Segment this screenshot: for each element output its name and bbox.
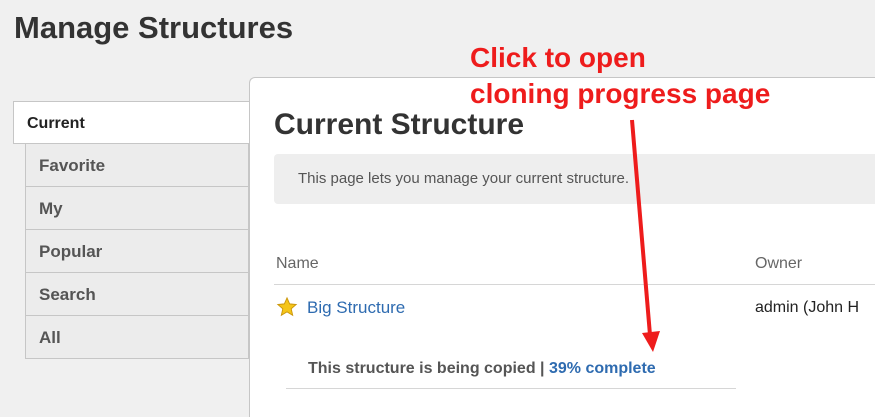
column-header-name[interactable]: Name [276,255,319,273]
structure-name-link[interactable]: Big Structure [307,298,405,318]
section-title: Current Structure [274,108,525,141]
main-panel: Current Structure This page lets you man… [249,77,875,417]
favorite-star-icon[interactable] [276,296,298,318]
annotation-callout: Click to open cloning progress page [470,40,850,112]
header-divider [274,284,875,285]
sidebar-item-popular[interactable]: Popular [25,230,249,273]
sidebar-item-current[interactable]: Current [13,101,249,144]
structures-sidebar: Current Favorite My Popular Search All [13,101,249,359]
annotation-line-2: cloning progress page [470,78,771,109]
sidebar-item-all[interactable]: All [25,316,249,359]
sidebar-item-search[interactable]: Search [25,273,249,316]
copy-progress-status: This structure is being copied | 39% com… [308,360,656,378]
info-text: This page lets you manage your current s… [298,170,629,187]
sidebar-item-favorite[interactable]: Favorite [25,144,249,187]
progress-text: This structure is being copied | [308,360,549,377]
row-divider [286,388,736,389]
column-header-owner[interactable]: Owner [755,255,802,273]
structure-owner: admin (John H [755,299,860,316]
sidebar-item-my[interactable]: My [25,187,249,230]
info-box: This page lets you manage your current s… [274,154,875,204]
progress-link[interactable]: 39% complete [549,360,656,377]
annotation-line-1: Click to open [470,42,646,73]
page-title: Manage Structures [14,10,294,45]
